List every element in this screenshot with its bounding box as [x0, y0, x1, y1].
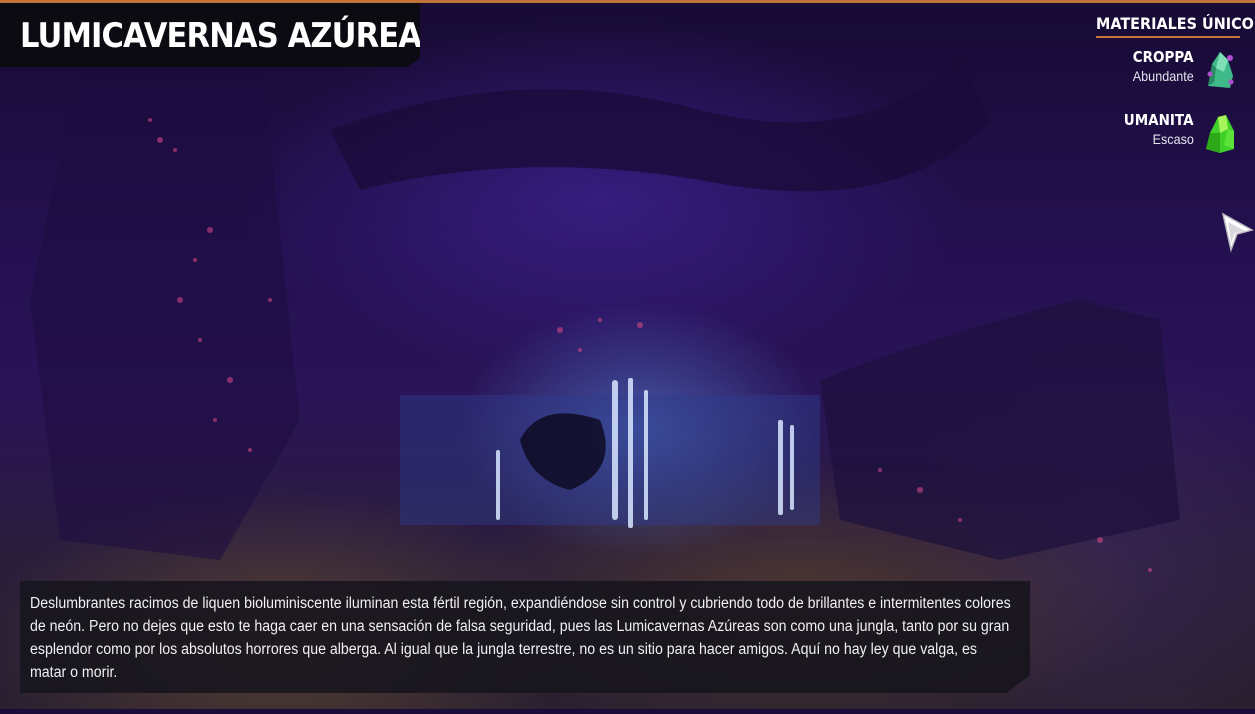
- biome-description-panel: Deslumbrantes racimos de liquen biolumin…: [20, 581, 1030, 693]
- pointer-cursor-icon: [1221, 212, 1254, 253]
- umanita-crystal-icon: [1206, 115, 1234, 153]
- title-panel: LUMICAVERNAS AZÚREAS: [0, 3, 420, 67]
- material-rarity: Escaso: [1152, 131, 1194, 147]
- biome-description: Deslumbrantes racimos de liquen biolumin…: [30, 595, 1011, 681]
- material-name: CROPPA: [1133, 48, 1194, 66]
- top-accent-line: [0, 0, 1255, 3]
- material-name: UMANITA: [1124, 111, 1194, 129]
- croppa-crystal-icon: [1207, 52, 1234, 88]
- material-umanita: UMANITA Escaso: [1080, 109, 1240, 164]
- material-croppa: CROPPA Abundante: [1080, 46, 1240, 101]
- biome-title: LUMICAVERNAS AZÚREAS: [20, 16, 443, 56]
- materials-header: MATERIALES ÚNICOS: [1096, 14, 1255, 38]
- material-rarity: Abundante: [1133, 68, 1194, 84]
- unique-materials-panel: MATERIALES ÚNICOS CROPPA Abundante UMANI…: [1080, 14, 1255, 164]
